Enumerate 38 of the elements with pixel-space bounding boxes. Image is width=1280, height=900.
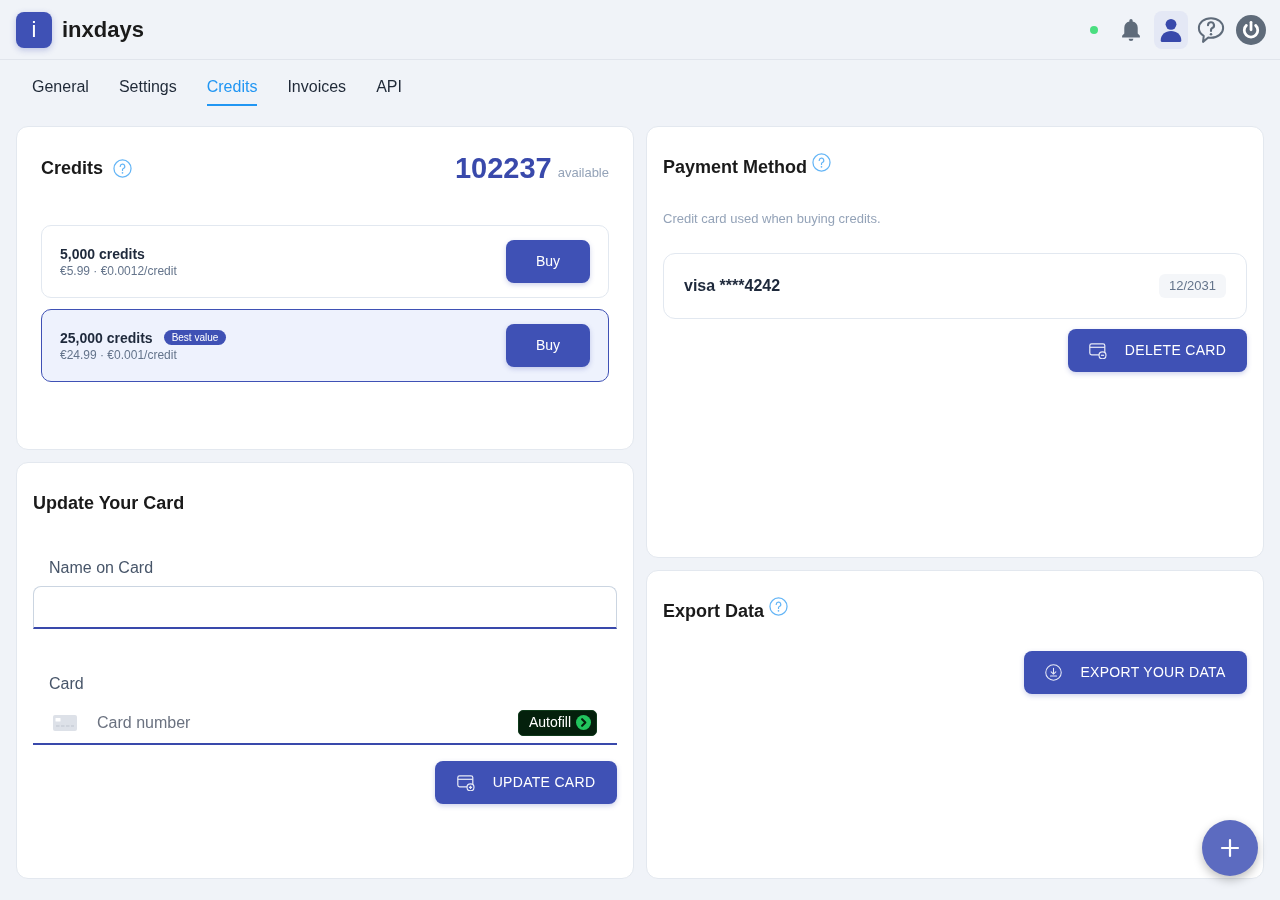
field-label: Card <box>48 674 85 694</box>
app-name: inxdays <box>62 16 144 44</box>
payment-description: Credit card used when buying credits. <box>663 210 882 228</box>
plus-icon <box>1220 838 1240 858</box>
tab[interactable]: General <box>32 76 89 106</box>
card-title: Payment Method <box>663 156 808 179</box>
export-data-button[interactable]: EXPORT YOUR DATA <box>1024 651 1247 694</box>
buy-button[interactable]: Buy <box>506 324 590 367</box>
card-minus-icon <box>1088 342 1107 359</box>
buy-button[interactable]: Buy <box>506 240 590 283</box>
card-label: visa ****4242 <box>684 276 781 296</box>
package-name: 5,000 credits <box>60 244 145 263</box>
card-title: Update Your Card <box>33 492 186 515</box>
delete-card-button[interactable]: DELETE CARD <box>1068 329 1247 372</box>
update-card-button[interactable]: UPDATE CARD <box>435 761 617 804</box>
card-icon <box>53 714 77 731</box>
card-expiry: 12/2031 <box>1159 274 1226 298</box>
download-icon <box>1045 664 1063 681</box>
user-icon[interactable] <box>1154 10 1188 49</box>
card-plus-icon <box>456 774 475 791</box>
tab[interactable]: Settings <box>118 76 177 106</box>
app-logo: i <box>16 11 52 48</box>
package-price: €5.99 · €0.0012/credit <box>60 262 177 279</box>
card-number-field[interactable]: Card number Autofill <box>33 702 617 745</box>
package-name: 25,000 credits <box>60 328 153 347</box>
card-title: Credits <box>41 156 103 180</box>
best-value-badge: Best value <box>163 330 227 345</box>
name-input-field[interactable] <box>33 586 617 629</box>
chevron-right-icon <box>576 715 591 730</box>
card-title: Export Data <box>663 600 765 623</box>
card-number-placeholder: Card number <box>97 712 191 733</box>
balance-label: available <box>557 163 609 182</box>
autofill-button[interactable]: Autofill <box>517 709 597 736</box>
package-price: €24.99 · €0.001/credit <box>60 346 178 363</box>
tab[interactable]: Invoices <box>287 76 347 106</box>
credit-balance: 102237 <box>454 151 552 185</box>
tab[interactable]: API <box>376 76 402 106</box>
field-label: Name on Card <box>48 558 155 578</box>
